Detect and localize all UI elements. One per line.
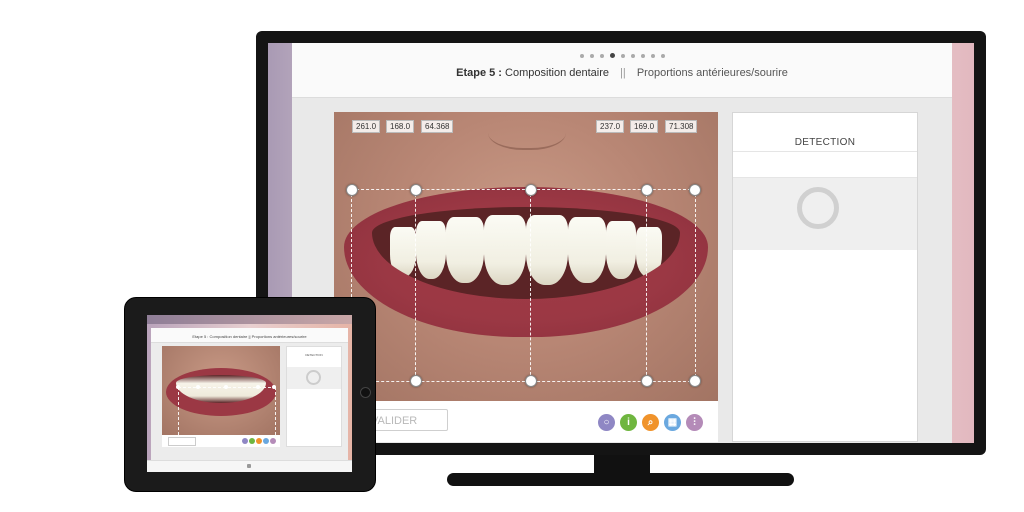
- tablet-footer-icon: [247, 464, 251, 468]
- tablet-detection-title: DETECTION: [305, 353, 323, 357]
- measure-label: 64.368: [421, 120, 454, 133]
- step-separator: ||: [620, 67, 626, 79]
- step-subtitle[interactable]: Proportions antérieures/sourire: [637, 67, 788, 79]
- step-dot[interactable]: [579, 54, 584, 58]
- grid-handle[interactable]: [525, 184, 537, 196]
- step-title-line: Etape 5 : Composition dentaire || Propor…: [292, 67, 952, 79]
- measure-label: 71.308: [665, 120, 698, 133]
- measure-label: 237.0: [596, 120, 625, 133]
- valider-button[interactable]: VALIDER: [364, 409, 448, 431]
- tablet-status-bar: [147, 315, 352, 324]
- tablet-proportion-grid: [178, 387, 276, 435]
- tablet-device: Etape 5 : Composition dentaire || Propor…: [124, 297, 376, 492]
- measure-label: 261.0: [352, 120, 381, 133]
- grid-icon[interactable]: ▦: [664, 414, 681, 431]
- tablet-grid-handle: [256, 385, 260, 389]
- tablet-grid-handle: [196, 385, 200, 389]
- tablet-smile-photo: [162, 346, 280, 435]
- grid-handle[interactable]: [641, 375, 653, 387]
- tablet-screen: Etape 5 : Composition dentaire || Propor…: [147, 315, 352, 472]
- tablet-app: Etape 5 : Composition dentaire || Propor…: [151, 328, 348, 460]
- tablet-action-bar: [162, 435, 280, 447]
- grid-handle[interactable]: [689, 375, 701, 387]
- grid-handle[interactable]: [410, 375, 422, 387]
- info-icon[interactable]: i: [620, 414, 637, 431]
- grid-handle[interactable]: [410, 184, 422, 196]
- loading-spinner-icon: [797, 187, 839, 229]
- step-dot[interactable]: [599, 54, 604, 58]
- tablet-step-title: Composition dentaire: [209, 334, 248, 339]
- step-dot[interactable]: [660, 54, 665, 58]
- step-title: Composition dentaire: [505, 67, 609, 79]
- detection-title: DETECTION: [794, 137, 856, 148]
- grid-handle[interactable]: [689, 184, 701, 196]
- divider: [733, 151, 917, 152]
- step-dot[interactable]: [640, 54, 645, 58]
- measure-label: 168.0: [386, 120, 415, 133]
- photo-panel: 261.0 168.0 64.368 237.0 169.0 71.308 VA…: [334, 112, 718, 442]
- chat-icon[interactable]: ○: [598, 414, 615, 431]
- tablet-step-subtitle: Proportions antérieures/sourire: [251, 334, 307, 339]
- app-window: Etape 5 : Composition dentaire || Propor…: [292, 43, 952, 443]
- tablet-chat-icon: [242, 438, 248, 444]
- step-label: Etape 5 :: [456, 67, 502, 79]
- monitor-stand-neck: [594, 455, 650, 475]
- tablet-detection-panel: DETECTION: [286, 346, 342, 447]
- tablet-grid-handle: [272, 385, 276, 389]
- detection-panel: DETECTION: [732, 112, 918, 442]
- step-dot[interactable]: [620, 54, 625, 58]
- measure-label: 169.0: [630, 120, 659, 133]
- step-dot[interactable]: [650, 54, 655, 58]
- tablet-footer: [147, 460, 352, 472]
- step-dot[interactable]: [609, 53, 615, 58]
- tablet-grid-icon: [263, 438, 269, 444]
- grid-handle[interactable]: [641, 184, 653, 196]
- proportion-grid: [351, 189, 696, 382]
- tablet-loading-spinner-icon: [306, 370, 321, 385]
- tablet-home-button: [360, 387, 371, 398]
- tablet-grid-handle: [224, 385, 228, 389]
- nose-shadow: [488, 112, 566, 150]
- tablet-step-separator: ||: [248, 334, 251, 339]
- tablet-search-icon: [256, 438, 262, 444]
- tablet-valider-button: [168, 437, 196, 446]
- tablet-step-label: Etape 5 :: [192, 334, 209, 339]
- step-header: Etape 5 : Composition dentaire || Propor…: [292, 43, 952, 98]
- grid-line: [530, 189, 531, 380]
- monitor-stand-base: [447, 473, 794, 486]
- grid-handle[interactable]: [346, 184, 358, 196]
- grid-line: [646, 189, 647, 380]
- step-dot[interactable]: [589, 54, 594, 58]
- grid-line: [415, 189, 416, 380]
- step-dot[interactable]: [630, 54, 635, 58]
- grid-handle[interactable]: [525, 375, 537, 387]
- step-progress-dots[interactable]: [292, 53, 952, 58]
- tablet-sliders-icon: [270, 438, 276, 444]
- tablet-info-icon: [249, 438, 255, 444]
- smile-photo: 261.0 168.0 64.368 237.0 169.0 71.308: [334, 112, 718, 401]
- search-icon[interactable]: ⌕: [642, 414, 659, 431]
- tablet-grid-handle: [176, 385, 180, 389]
- tablet-step-header: Etape 5 : Composition dentaire || Propor…: [151, 328, 348, 343]
- sliders-icon[interactable]: ⫶: [686, 414, 703, 431]
